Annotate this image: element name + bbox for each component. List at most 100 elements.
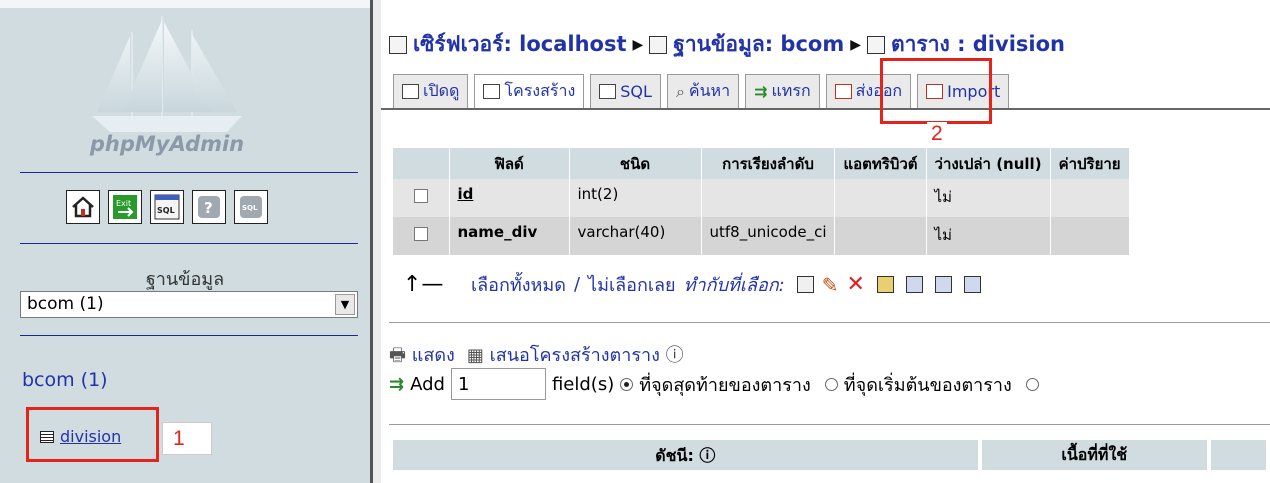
arrow-up-icon: ↑— [403,272,444,297]
breadcrumb-separator-icon: ▶ [850,36,861,53]
navigation-frame: phpMyAdmin Exit SQL ? SQL ฐานข้อมูล bcom… [0,0,370,483]
tab-structure[interactable]: โครงสร้าง [474,74,585,108]
fulltext-icon[interactable] [963,276,981,293]
divider [389,322,1270,323]
column-header[interactable]: ค่าปริยาย [1050,148,1130,179]
tab-label: โครงสร้าง [504,81,576,100]
divider [20,335,358,336]
table-row: name_div varchar(40) utf8_unicode_ci ไม่ [393,217,1130,255]
database-select-value: bcom (1) [27,294,104,314]
add-label: Add [410,373,445,395]
delete-icon[interactable]: ✕ [846,272,864,297]
field-count-input[interactable] [450,368,546,400]
row-checkbox-cell [393,179,450,217]
field-default [1050,217,1130,255]
help-icon[interactable]: ? [192,190,226,224]
tab-underline [381,108,1270,110]
svg-text:?: ? [204,199,213,217]
callout-box-insert [880,58,992,124]
radio-at-end[interactable] [620,377,634,391]
column-header[interactable]: ชนิด [569,148,702,179]
row-checkbox[interactable] [413,189,428,203]
column-header[interactable]: การเรียงลำดับ [701,148,836,179]
chevron-down-icon[interactable]: ▼ [335,294,355,315]
tab-label: แทรก [771,81,811,100]
exit-icon[interactable]: Exit [108,190,142,224]
radio-at-end-label: ที่จุดสุดท้ายของตาราง [639,374,811,396]
row-checkbox[interactable] [413,227,428,241]
radio-at-start[interactable] [824,377,838,391]
edit-icon[interactable]: ✎ [822,273,839,297]
tab-sql[interactable]: SQL [590,74,661,108]
column-header[interactable]: แอตทริบิวต์ [834,148,927,179]
tab-insert[interactable]: ⇉ แทรก [745,74,820,108]
printer-icon: 🖶 [389,345,406,366]
database-heading-link[interactable]: bcom (1) [22,369,108,391]
check-all-link[interactable]: เลือกทั้งหมด [471,270,566,299]
field-attributes [834,217,927,255]
with-selected-bar: ↑— เลือกทั้งหมด / ไม่เลือกเลย ทำกับที่เล… [403,270,981,299]
column-header[interactable]: ฟิลด์ [449,148,570,179]
table-row: id int(2) ไม่ [393,179,1130,217]
radio-at-start-label: ที่จุดเริ่มต้นของตาราง [843,374,1012,396]
callout-box-table [26,407,159,462]
field-attributes [834,179,927,217]
frame-gutter [373,0,381,483]
field-type: varchar(40) [569,217,702,255]
divider [389,424,1270,425]
insert-icon: ⇉ [754,82,768,101]
svg-text:SQL: SQL [157,206,175,215]
callout-number-1: 1 [162,422,212,455]
home-icon[interactable] [66,190,100,224]
add-field-row: ⇉ Add field(s) ที่จุดสุดท้ายของตาราง ที่… [389,368,1039,400]
row-checkbox-cell [393,217,450,255]
svg-text:Exit: Exit [116,199,131,208]
help-circle-icon[interactable]: ⓘ [666,345,684,366]
with-selected-label: ทำกับที่เลือก: [683,275,785,296]
browse-icon [402,84,419,99]
row-stats-header [1208,440,1270,470]
divider [20,243,358,244]
breadcrumb-table[interactable]: ตาราง : division [891,28,1065,61]
logo-text: phpMyAdmin [89,132,245,156]
browse-icon[interactable] [796,276,814,293]
insert-icon: ⇉ [389,373,405,395]
breadcrumb-separator-icon: ▶ [632,36,644,53]
database-select[interactable]: bcom (1) ▼ [20,291,358,318]
radio-after-field[interactable] [1025,377,1039,391]
database-label: ฐานข้อมูล [145,269,225,290]
uncheck-all-link[interactable]: ไม่เลือกเลย [588,270,676,299]
primary-key-icon[interactable] [876,276,894,293]
tab-label: SQL [620,82,652,101]
export-icon [834,84,852,99]
tab-search[interactable]: ⌕ ค้นหา [666,74,740,108]
breadcrumb-database[interactable]: ฐานข้อมูล: bcom [673,28,844,61]
phpmyadmin-logo[interactable]: phpMyAdmin [62,12,272,164]
sql-docs-icon[interactable]: SQL [234,190,268,224]
unique-icon[interactable] [905,276,923,293]
structure-table: ฟิลด์ ชนิด การเรียงลำดับ แอตทริบิวต์ ว่า… [393,148,1130,255]
column-header [393,148,450,179]
tab-label: ค้นหา [688,81,731,100]
server-icon [389,35,407,54]
print-view-label: แสดง [411,345,455,366]
index-icon[interactable] [934,276,952,293]
indexes-table: ดัชนี: ⓘ เนื้อที่ที่ใช้ [393,440,1270,470]
field-type: int(2) [569,179,702,217]
tab-browse[interactable]: เปิดดู [393,74,469,108]
sql-window-icon[interactable]: SQL [150,190,184,224]
sql-icon [599,84,617,99]
help-circle-icon[interactable]: ⓘ [699,446,715,465]
tab-label: เปิดดู [423,81,460,100]
callout-number-2: 2 [927,122,947,146]
breadcrumb-server[interactable]: เซิร์ฟเวอร์: localhost [413,28,627,61]
column-header[interactable]: ว่างเปล่า (null) [926,148,1051,179]
field-null: ไม่ [926,179,1051,217]
space-usage-header: เนื้อที่ที่ใช้ [979,440,1211,470]
field-name: id [449,179,570,217]
field-name: name_div [449,217,570,255]
propose-structure-icon: ▦ [466,345,484,366]
field-collation [701,179,836,217]
field-suffix: field(s) [551,373,615,395]
propose-structure-label: เสนอโครงสร้างตาราง [489,345,660,366]
